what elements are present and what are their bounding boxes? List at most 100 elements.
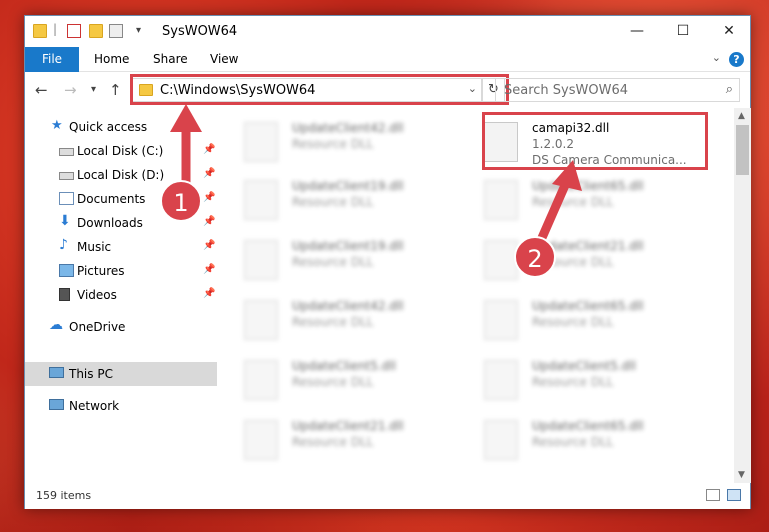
list-item[interactable]: UpdateClient65.dll Resource DLL: [472, 411, 692, 469]
dll-file-icon: [484, 240, 518, 280]
sidebar-item-label: Music: [77, 240, 112, 254]
search-input[interactable]: Search SysWOW64 ⌕: [495, 78, 740, 102]
documents-icon: [59, 192, 74, 205]
search-placeholder: Search SysWOW64: [504, 83, 628, 98]
recent-locations-icon[interactable]: ▾: [91, 84, 96, 95]
navigation-bar: ← → ▾ ↑ C:\Windows\SysWOW64 ⌄ ↻ Search S…: [25, 73, 750, 107]
tab-view[interactable]: View: [210, 47, 238, 72]
drive-icon: [59, 148, 74, 156]
back-arrow-icon[interactable]: ←: [35, 81, 48, 99]
dll-file-icon: [244, 420, 278, 460]
dll-file-icon: [244, 122, 278, 162]
file-list: UpdateClient42.dll Resource DLL UpdateCl…: [218, 108, 734, 483]
sidebar-item-label: Local Disk (C:): [77, 144, 164, 158]
pin-icon[interactable]: 📌: [203, 216, 215, 227]
pin-icon[interactable]: 📌: [203, 240, 215, 251]
pin-icon[interactable]: 📌: [203, 264, 215, 275]
list-item[interactable]: UpdateClient42.dll Resource DLL: [232, 291, 452, 349]
vertical-scrollbar[interactable]: ▲ ▼: [734, 108, 751, 483]
list-item[interactable]: UpdateClient21.dll Resource DLL: [232, 411, 452, 469]
up-arrow-icon[interactable]: ↑: [109, 81, 122, 99]
navigation-pane: ★ Quick access Local Disk (C:) 📌 Local D…: [25, 108, 217, 483]
large-icons-view-icon[interactable]: [727, 489, 741, 501]
status-bar: 159 items: [25, 483, 750, 509]
file-explorer-window: | ▾ SysWOW64 — ☐ ✕ File Home Share View …: [24, 15, 751, 509]
download-icon: ⬇: [59, 213, 71, 229]
file-highlight-box: [482, 112, 708, 170]
sidebar-item-quick-access[interactable]: ★ Quick access: [25, 115, 217, 139]
title-bar: | ▾ SysWOW64 — ☐ ✕: [25, 16, 750, 47]
separator-icon: |: [53, 22, 58, 36]
videos-icon: [59, 288, 70, 301]
network-icon: [49, 399, 64, 410]
list-item[interactable]: UpdateClient42.dll Resource DLL: [232, 113, 452, 171]
new-folder-icon[interactable]: [89, 24, 103, 38]
sidebar-item-label: Pictures: [77, 264, 125, 278]
star-icon: ★: [51, 118, 63, 133]
step-1-badge: 1: [160, 180, 202, 222]
sidebar-item-label: Documents: [77, 192, 146, 206]
sidebar-item-network[interactable]: Network: [25, 394, 217, 418]
sidebar-item-onedrive[interactable]: ☁ OneDrive: [25, 315, 217, 339]
list-item[interactable]: UpdateClient5.dll Resource DLL: [232, 351, 452, 409]
pictures-icon: [59, 264, 74, 277]
sidebar-item-label: Network: [69, 399, 120, 413]
search-icon: ⌕: [725, 82, 733, 97]
scroll-thumb[interactable]: [736, 125, 749, 175]
music-icon: ♪: [59, 237, 68, 253]
dll-file-icon: [484, 360, 518, 400]
list-item[interactable]: UpdateClient21.dll Resource DLL: [472, 231, 692, 289]
pin-icon[interactable]: 📌: [203, 288, 215, 299]
sidebar-item-this-pc[interactable]: This PC: [25, 362, 217, 386]
list-item[interactable]: UpdateClient5.dll Resource DLL: [472, 351, 692, 409]
scroll-down-icon[interactable]: ▼: [738, 470, 745, 480]
pin-icon[interactable]: 📌: [203, 168, 215, 179]
address-highlight-box: [130, 74, 509, 105]
scroll-up-icon[interactable]: ▲: [738, 111, 745, 121]
list-item[interactable]: UpdateClient19.dll Resource DLL: [232, 231, 452, 289]
pin-icon[interactable]: 📌: [203, 144, 215, 155]
sidebar-item-pictures[interactable]: Pictures 📌: [25, 259, 217, 283]
dll-file-icon: [244, 240, 278, 280]
pin-icon[interactable]: 📌: [203, 192, 215, 203]
list-item[interactable]: UpdateClient65.dll Resource DLL: [472, 291, 692, 349]
dll-file-icon: [484, 300, 518, 340]
sidebar-item-label: This PC: [69, 367, 113, 381]
maximize-button[interactable]: ☐: [660, 16, 706, 47]
sidebar-item-videos[interactable]: Videos 📌: [25, 283, 217, 307]
forward-arrow-icon[interactable]: →: [64, 81, 77, 99]
sidebar-item-label: Videos: [77, 288, 117, 302]
dll-file-icon: [244, 360, 278, 400]
customize-toolbar-icon[interactable]: ▾: [136, 25, 150, 39]
list-item[interactable]: UpdateClient19.dll Resource DLL: [232, 171, 452, 229]
item-count: 159 items: [36, 489, 92, 502]
dll-file-icon: [244, 300, 278, 340]
properties-icon[interactable]: [67, 24, 81, 38]
tab-share[interactable]: Share: [153, 47, 188, 72]
sidebar-item-local-disk-c[interactable]: Local Disk (C:) 📌: [25, 139, 217, 163]
view-options-icon[interactable]: [109, 24, 123, 38]
step-2-badge: 2: [514, 236, 556, 278]
sidebar-item-label: Downloads: [77, 216, 143, 230]
sidebar-item-label: OneDrive: [69, 320, 126, 334]
tab-file[interactable]: File: [25, 47, 79, 72]
tab-home[interactable]: Home: [94, 47, 129, 72]
sidebar-item-label: Quick access: [69, 120, 148, 134]
computer-icon: [49, 367, 64, 378]
help-icon[interactable]: ?: [729, 52, 744, 67]
expand-ribbon-icon[interactable]: ⌄: [712, 51, 721, 64]
drive-icon: [59, 172, 74, 180]
minimize-button[interactable]: —: [614, 16, 660, 47]
ribbon-tabs: File Home Share View ⌄ ?: [25, 47, 750, 72]
sidebar-item-label: Local Disk (D:): [77, 168, 165, 182]
folder-icon: [33, 24, 47, 38]
dll-file-icon: [484, 180, 518, 220]
dll-file-icon: [484, 420, 518, 460]
close-button[interactable]: ✕: [706, 16, 752, 47]
cloud-icon: ☁: [49, 317, 63, 333]
details-view-icon[interactable]: [706, 489, 720, 501]
dll-file-icon: [244, 180, 278, 220]
window-title: SysWOW64: [162, 24, 238, 39]
sidebar-item-music[interactable]: ♪ Music 📌: [25, 235, 217, 259]
list-item[interactable]: UpdateClient65.dll Resource DLL: [472, 171, 692, 229]
